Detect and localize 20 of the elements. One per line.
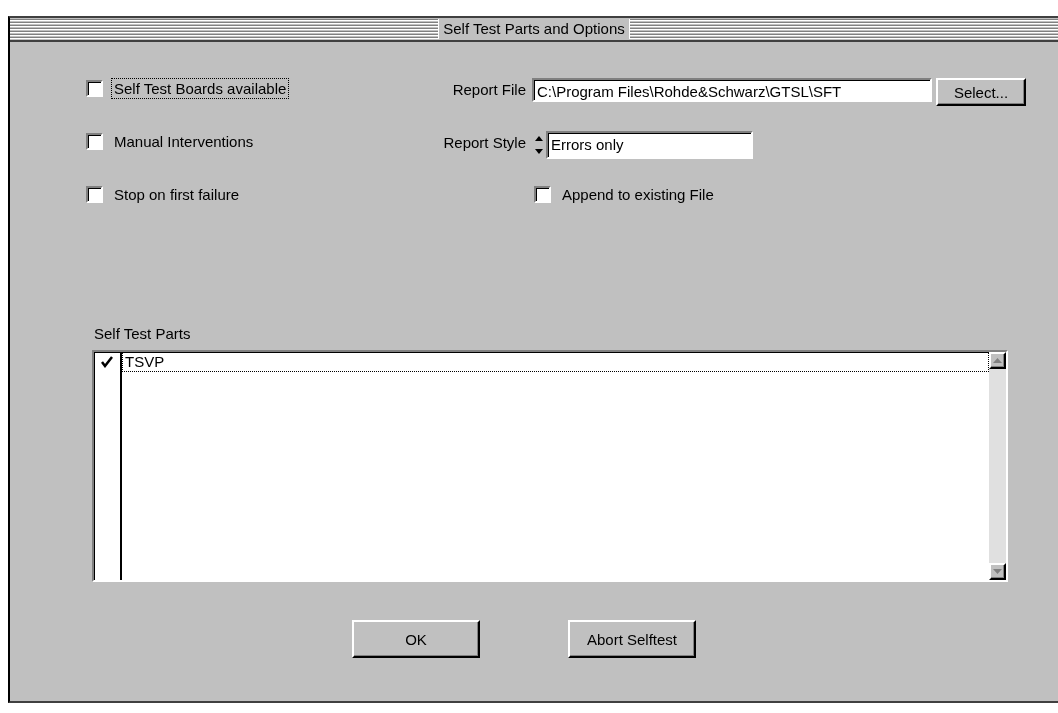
checkbox-label[interactable]: Manual Interventions: [111, 131, 257, 152]
section-label: Self Test Parts: [94, 325, 191, 342]
checkbox-label[interactable]: Append to existing File: [559, 184, 717, 205]
ok-button[interactable]: OK: [352, 620, 480, 658]
checkbox-label[interactable]: Stop on first failure: [111, 184, 243, 205]
field-label: Report Style: [443, 133, 526, 153]
check-icon[interactable]: [101, 356, 113, 368]
abort-button[interactable]: Abort Selftest: [568, 620, 696, 658]
list-item[interactable]: TSVP: [122, 352, 989, 372]
checkbox[interactable]: [86, 186, 103, 203]
checkbox[interactable]: [86, 80, 103, 97]
checkbox-label[interactable]: Self Test Boards available: [111, 78, 290, 99]
report-file-field[interactable]: C:\Program Files\Rohde&Schwarz\GTSL\SFT: [532, 78, 932, 102]
parts-list[interactable]: TSVP: [92, 350, 1008, 582]
window-title: Self Test Parts and Options: [438, 19, 630, 39]
report-style-field[interactable]: Errors only: [546, 131, 753, 159]
field-label: Report File: [452, 80, 526, 100]
checkbox[interactable]: [534, 186, 551, 203]
checkbox[interactable]: [86, 133, 103, 150]
select-button[interactable]: Select...: [936, 78, 1026, 106]
